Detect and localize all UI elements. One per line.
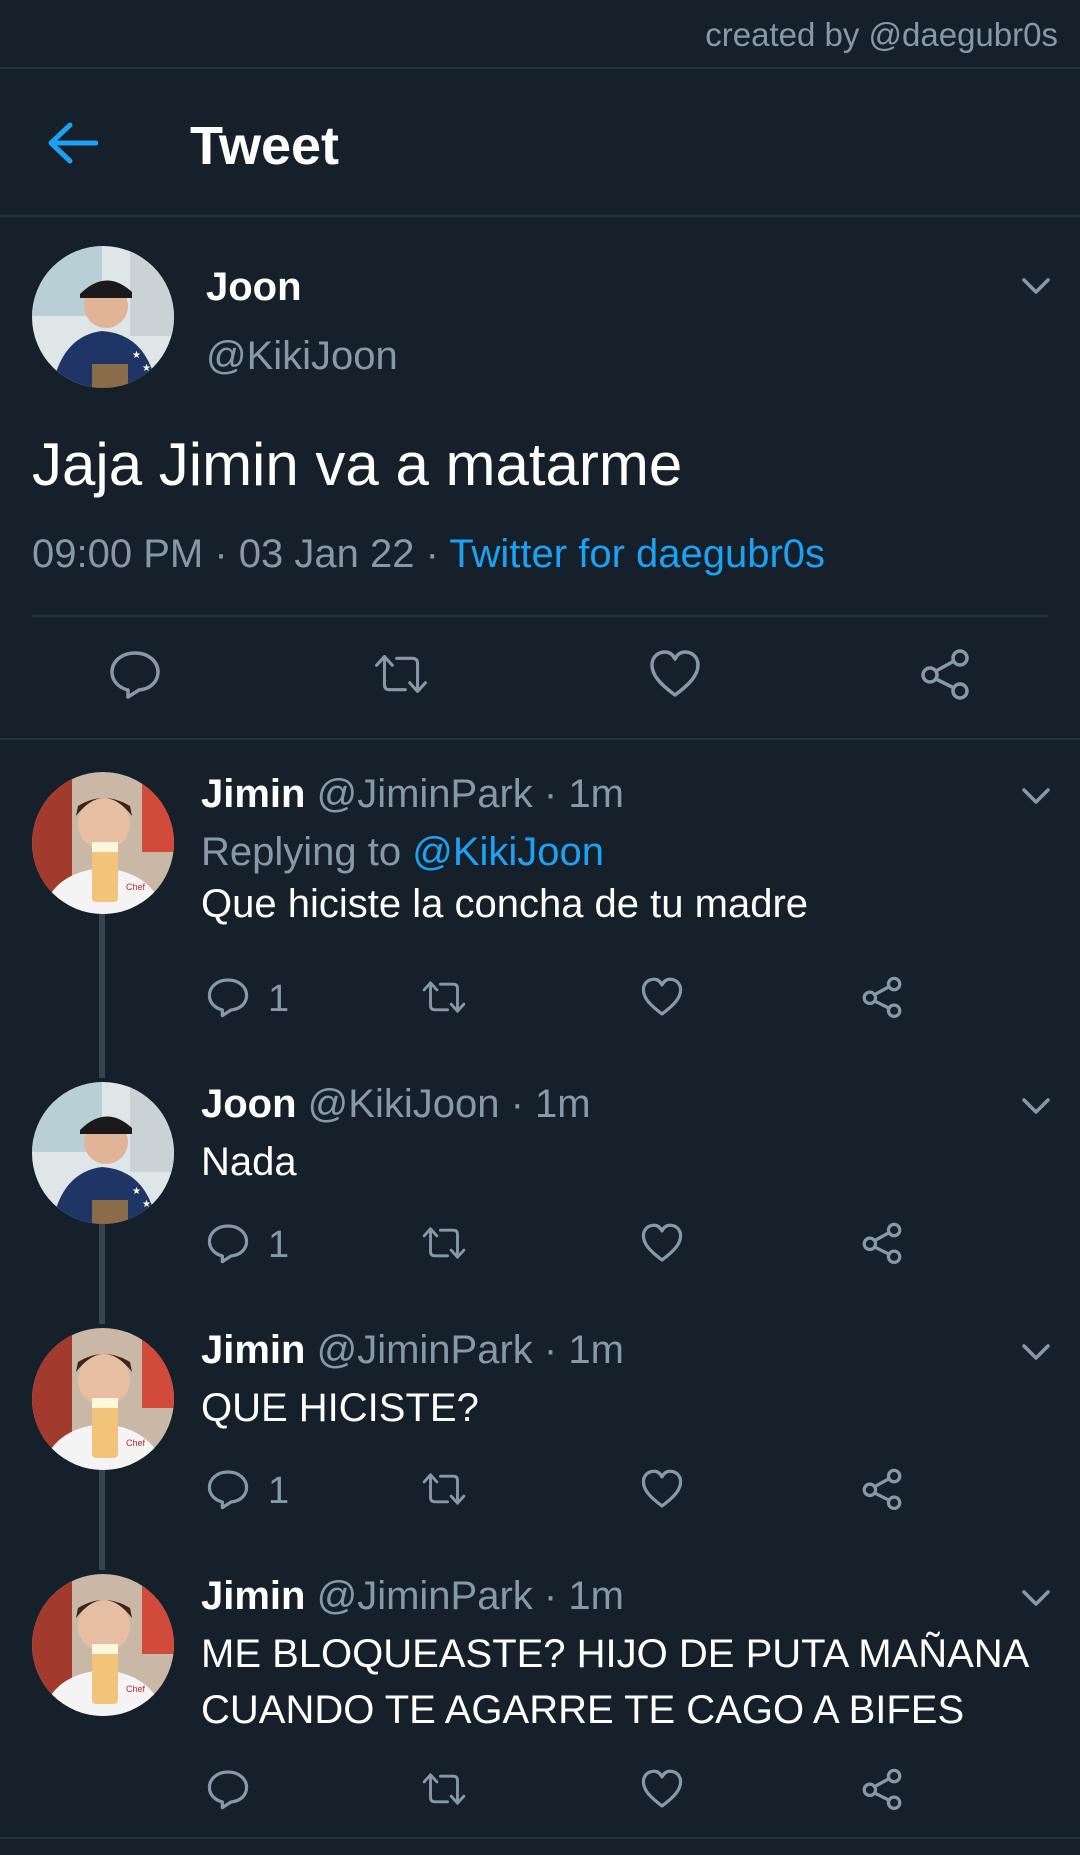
svg-text:★: ★ (142, 1199, 151, 1210)
reply-icon[interactable] (206, 976, 250, 1018)
reply-time: 1m (568, 1328, 624, 1372)
svg-text:★: ★ (142, 363, 151, 374)
retweet-icon[interactable] (422, 1222, 466, 1264)
reply-time: 1m (568, 1574, 624, 1618)
credit-bar: created by @daegubr0s (0, 0, 1080, 69)
meta-separator: · (414, 532, 450, 576)
replying-to: Replying to @KikiJoon (201, 830, 604, 875)
share-icon[interactable] (860, 1222, 904, 1264)
reply-time: 1m (535, 1082, 591, 1126)
tweet-text: Jaja Jimin va a matarme (32, 431, 683, 498)
avatar-joon[interactable]: ★ ★ (32, 1082, 174, 1224)
reply-text: ME BLOQUEASTE? HIJO DE PUTA MAÑANA CUAND… (201, 1632, 1028, 1732)
like-icon[interactable] (648, 648, 702, 700)
chevron-down-icon[interactable] (1021, 1096, 1051, 1116)
arrow-left-icon[interactable] (46, 121, 98, 165)
divider (0, 1837, 1080, 1839)
meta-separator: · (203, 532, 239, 576)
page-title: Tweet (190, 116, 340, 176)
reply-header: Jimin @JiminPark · 1m (201, 772, 624, 817)
retweet-icon[interactable] (422, 976, 466, 1018)
meta-separator: · (499, 1082, 536, 1126)
reply-text: Nada (201, 1140, 297, 1184)
share-icon[interactable] (860, 1768, 904, 1810)
share-icon[interactable] (860, 976, 904, 1018)
reply-author-handle[interactable]: @JiminPark (317, 772, 533, 816)
reply-author-name[interactable]: Joon (201, 1082, 297, 1126)
like-icon[interactable] (640, 1222, 684, 1264)
chevron-down-icon[interactable] (1021, 1342, 1051, 1362)
like-icon[interactable] (640, 1768, 684, 1810)
reply-author-name[interactable]: Jimin (201, 1328, 305, 1372)
tweet-time: 09:00 PM (32, 532, 204, 576)
reply-icon[interactable] (206, 1468, 250, 1510)
tweet-meta: 09:00 PM · 03 Jan 22 · Twitter for daegu… (32, 532, 825, 577)
credit-text: created by @daegubr0s (705, 16, 1058, 53)
reply-text: QUE HICISTE? (201, 1386, 479, 1430)
svg-text:Chef: Chef (126, 1438, 146, 1448)
avatar-joon[interactable]: ★ ★ (32, 246, 174, 388)
reply-author-handle[interactable]: @JiminPark (317, 1328, 533, 1372)
reply-author-name[interactable]: Jimin (201, 772, 305, 816)
reply-header: Jimin @JiminPark · 1m (201, 1328, 624, 1373)
reply-actions: 1 (0, 976, 1080, 1026)
replying-to-prefix: Replying to (201, 830, 413, 874)
meta-separator: · (532, 772, 569, 816)
reply-count: 1 (268, 1470, 290, 1512)
avatar-jimin[interactable]: Chef (32, 772, 174, 914)
reply-count: 1 (268, 978, 290, 1020)
reply-actions (0, 1768, 1080, 1818)
reply-author-name[interactable]: Jimin (201, 1574, 305, 1618)
share-icon[interactable] (860, 1468, 904, 1510)
chevron-down-icon[interactable] (1021, 276, 1051, 296)
reply-author-handle[interactable]: @JiminPark (317, 1574, 533, 1618)
svg-text:Chef: Chef (126, 1684, 146, 1694)
tweet-source-link[interactable]: Twitter for daegubr0s (449, 532, 825, 576)
svg-text:★: ★ (132, 1186, 141, 1197)
header: Tweet (0, 69, 1080, 217)
reply-icon[interactable] (206, 1768, 250, 1810)
like-icon[interactable] (640, 976, 684, 1018)
author-handle[interactable]: @KikiJoon (206, 334, 398, 379)
avatar-jimin[interactable]: Chef (32, 1328, 174, 1470)
svg-text:Chef: Chef (126, 882, 146, 892)
chevron-down-icon[interactable] (1021, 1588, 1051, 1608)
reply-author-handle[interactable]: @KikiJoon (308, 1082, 500, 1126)
tweet-date: 03 Jan 22 (238, 532, 415, 576)
reply-actions: 1 (0, 1468, 1080, 1518)
svg-text:★: ★ (132, 350, 141, 361)
avatar-jimin[interactable]: Chef (32, 1574, 174, 1716)
reply-count: 1 (268, 1224, 290, 1266)
reply-time: 1m (568, 772, 624, 816)
reply-header: Jimin @JiminPark · 1m (201, 1574, 624, 1619)
reply-header: Joon @KikiJoon · 1m (201, 1082, 591, 1127)
meta-separator: · (532, 1328, 569, 1372)
retweet-icon[interactable] (422, 1768, 466, 1810)
retweet-icon[interactable] (374, 648, 428, 700)
reply-icon[interactable] (108, 648, 162, 700)
divider (32, 615, 1048, 617)
chevron-down-icon[interactable] (1021, 786, 1051, 806)
reply-text: Que hiciste la concha de tu madre (201, 882, 809, 926)
reply-icon[interactable] (206, 1222, 250, 1264)
retweet-icon[interactable] (422, 1468, 466, 1510)
like-icon[interactable] (640, 1468, 684, 1510)
divider (0, 738, 1080, 740)
reply-actions: 1 (0, 1222, 1080, 1272)
replying-to-mention[interactable]: @KikiJoon (412, 830, 604, 874)
share-icon[interactable] (918, 648, 972, 700)
author-name[interactable]: Joon (206, 265, 302, 310)
meta-separator: · (532, 1574, 569, 1618)
